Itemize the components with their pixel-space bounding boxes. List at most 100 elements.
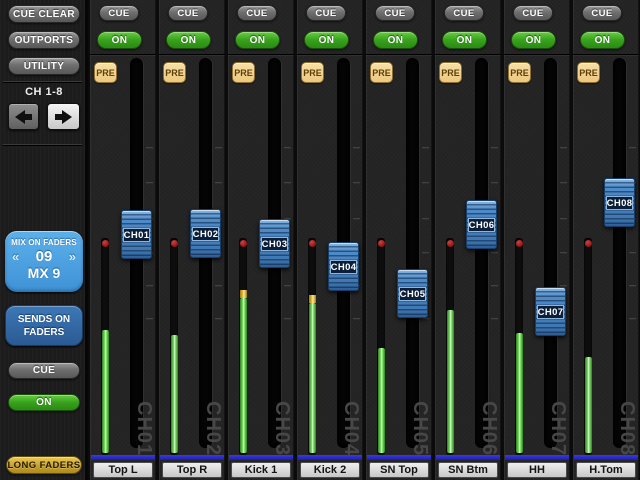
channel-cue-button[interactable]: CUE [444, 5, 484, 21]
meter-level-fill [171, 335, 178, 453]
fader-cap[interactable]: CH01 [121, 210, 152, 259]
channel-on-button[interactable]: ON [235, 31, 280, 49]
mix-name: MX 9 [5, 265, 83, 281]
channel-name[interactable]: H.Tom [576, 462, 636, 478]
fader-scale-tick [491, 147, 498, 149]
cue-clear-button[interactable]: CUE CLEAR [8, 5, 80, 23]
level-meter [239, 238, 247, 455]
channel-cue-button[interactable]: CUE [513, 5, 553, 21]
pre-badge[interactable]: PRE [577, 62, 600, 83]
channel-on-button[interactable]: ON [166, 31, 211, 49]
next-bank-button[interactable] [47, 103, 80, 130]
fader-scale-tick [284, 147, 291, 149]
channel-strip-ch06: CUE ON PRE CH06 CH06 SN Btm [435, 0, 501, 480]
level-meter [308, 238, 316, 455]
fader-track[interactable] [475, 58, 488, 448]
channel-cue-button[interactable]: CUE [375, 5, 415, 21]
channel-strip-ch02: CUE ON PRE CH02 CH02 Top R [159, 0, 225, 480]
fader-scale-tick [353, 147, 360, 149]
sidebar-on-button[interactable]: ON [8, 394, 80, 411]
utility-button[interactable]: UTILITY [8, 57, 80, 75]
fader-track[interactable] [544, 58, 557, 448]
fader-scale-tick [422, 218, 429, 220]
fader-cap[interactable]: CH03 [259, 219, 290, 268]
pre-badge[interactable]: PRE [301, 62, 324, 83]
sends-on-faders-button[interactable]: SENDS ON FADERS [5, 305, 83, 346]
channel-cue-button[interactable]: CUE [99, 5, 139, 21]
stagemix-mixer-screen: CUE CLEAR OUTPORTS UTILITY CH 1-8 MIX ON… [0, 0, 640, 480]
fader-scale-tick [353, 218, 360, 220]
meter-level-fill [447, 310, 454, 453]
mix-number: 09 [36, 248, 53, 265]
channel-on-button[interactable]: ON [442, 31, 487, 49]
channel-on-button[interactable]: ON [373, 31, 418, 49]
fader-scale-tick [146, 147, 153, 149]
sidebar-cue-button[interactable]: CUE [8, 362, 80, 379]
fader-scale-tick [491, 252, 498, 254]
channel-color-bar [574, 455, 638, 460]
channel-on-button[interactable]: ON [511, 31, 556, 49]
fader-scale-tick [284, 318, 291, 320]
prev-mix-chevron-icon[interactable]: « [12, 249, 19, 264]
fader-scale-tick [215, 147, 222, 149]
channel-bank-label: CH 1-8 [0, 86, 88, 98]
fader-cap[interactable]: CH02 [190, 209, 221, 258]
peak-indicator [585, 240, 592, 247]
fader-track[interactable] [613, 58, 626, 448]
fader-cap[interactable]: CH07 [535, 287, 566, 336]
mix-on-faders-panel[interactable]: MIX ON FADERS « 09 » MX 9 [5, 231, 83, 292]
fader-scale-tick [353, 182, 360, 184]
meter-level-fill [585, 357, 592, 453]
channel-name[interactable]: SN Btm [438, 462, 498, 478]
level-meter [377, 238, 385, 455]
channel-watermark: CH08 [615, 401, 638, 456]
pre-badge[interactable]: PRE [232, 62, 255, 83]
next-mix-chevron-icon[interactable]: » [69, 249, 76, 264]
channel-color-bar [505, 455, 569, 460]
channel-on-button[interactable]: ON [97, 31, 142, 49]
channel-cue-button[interactable]: CUE [306, 5, 346, 21]
channel-strip-ch05: CUE ON PRE CH05 CH05 SN Top [366, 0, 432, 480]
meter-level-fill [309, 303, 316, 453]
fader-scale-tick [422, 182, 429, 184]
pre-badge[interactable]: PRE [439, 62, 462, 83]
channel-name[interactable]: SN Top [369, 462, 429, 478]
channel-watermark: CH07 [546, 401, 569, 456]
fader-scale-tick [560, 218, 567, 220]
channel-name[interactable]: Kick 2 [300, 462, 360, 478]
channel-cue-button[interactable]: CUE [582, 5, 622, 21]
channel-name[interactable]: Kick 1 [231, 462, 291, 478]
meter-level-fill [102, 330, 109, 453]
pre-badge[interactable]: PRE [370, 62, 393, 83]
fader-scale-tick [146, 285, 153, 287]
channel-cue-button[interactable]: CUE [168, 5, 208, 21]
peak-indicator [171, 240, 178, 247]
channel-on-button[interactable]: ON [580, 31, 625, 49]
fader-cap[interactable]: CH08 [604, 178, 635, 227]
pre-badge[interactable]: PRE [163, 62, 186, 83]
fader-scale-tick [560, 182, 567, 184]
fader-cap[interactable]: CH06 [466, 200, 497, 249]
fader-cap-label: CH08 [606, 196, 633, 210]
prev-bank-button[interactable] [8, 103, 39, 130]
channel-name[interactable]: Top R [162, 462, 222, 478]
fader-cap[interactable]: CH05 [397, 269, 428, 318]
outports-button[interactable]: OUTPORTS [8, 31, 80, 49]
fader-track[interactable] [406, 58, 419, 448]
pre-badge[interactable]: PRE [94, 62, 117, 83]
channel-name[interactable]: HH [507, 462, 567, 478]
channel-name[interactable]: Top L [93, 462, 153, 478]
peak-indicator [240, 240, 247, 247]
long-faders-button[interactable]: LONG FADERS [6, 456, 82, 474]
channel-watermark: CH03 [270, 401, 293, 456]
strip-divider [573, 54, 639, 55]
meter-level-fill [240, 298, 247, 453]
meter-yellow-fill [240, 290, 247, 298]
fader-cap[interactable]: CH04 [328, 242, 359, 291]
pre-badge[interactable]: PRE [508, 62, 531, 83]
fader-scale-tick [146, 182, 153, 184]
channel-on-button[interactable]: ON [304, 31, 349, 49]
channel-cue-button[interactable]: CUE [237, 5, 277, 21]
fader-scale-tick [422, 318, 429, 320]
channel-color-bar [298, 455, 362, 460]
